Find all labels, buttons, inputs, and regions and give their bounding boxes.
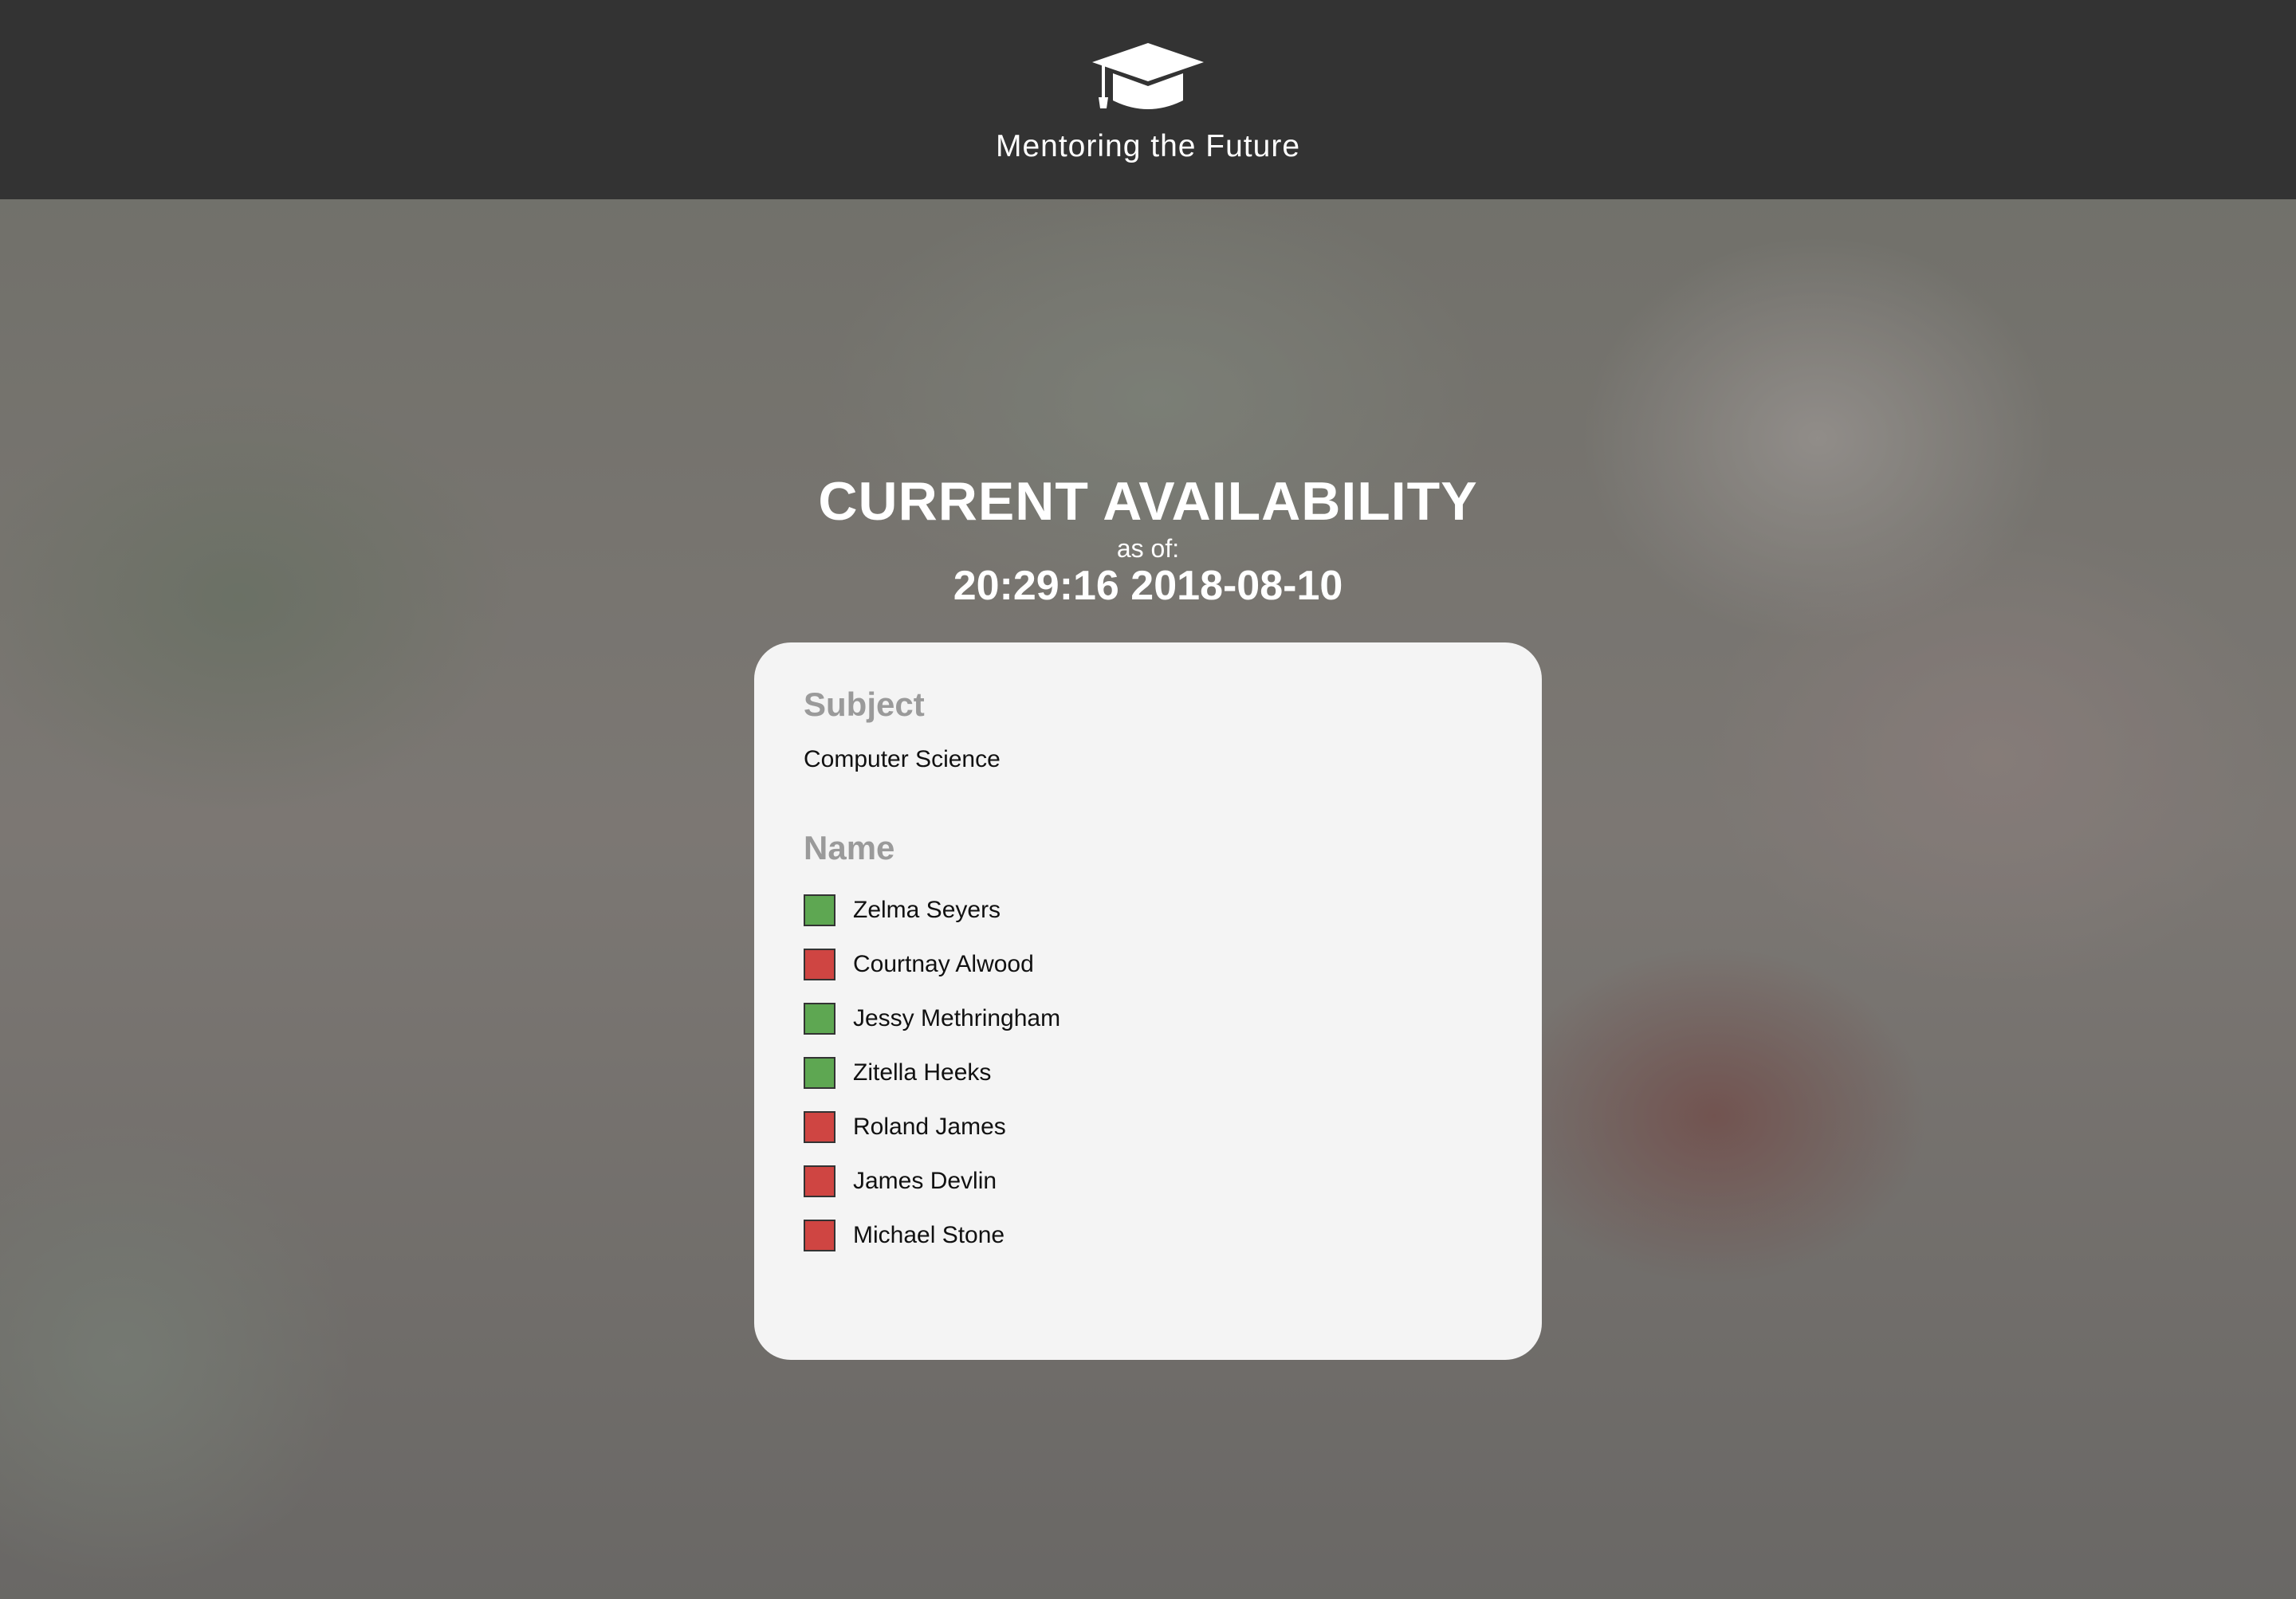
list-item: Courtnay Alwood [804,947,1492,982]
status-indicator [804,1003,835,1035]
site-title: Mentoring the Future [995,129,1301,163]
mentor-name: Zitella Heeks [853,1059,992,1086]
mentor-name: Zelma Seyers [853,897,1001,923]
mentor-name: Courtnay Alwood [853,951,1034,977]
list-item: Zitella Heeks [804,1055,1492,1090]
mentor-name: James Devlin [853,1168,997,1194]
status-indicator [804,1165,835,1197]
as-of-label: as of: [1116,534,1180,563]
subject-value: Computer Science [804,746,1001,772]
page-title: CURRENT AVAILABILITY [818,471,1478,532]
timestamp: 20:29:16 2018-08-10 [953,563,1343,609]
mentor-list: Zelma Seyers Courtnay Alwood Jessy Methr… [804,893,1492,1253]
mentor-name: Roland James [853,1114,1006,1140]
graduation-cap-icon [1092,43,1204,109]
status-indicator [804,1111,835,1143]
mentor-name: Jessy Methringham [853,1005,1061,1031]
status-indicator [804,949,835,980]
subject-heading: Subject [804,686,925,723]
status-indicator [804,1220,835,1251]
mentor-name: Michael Stone [853,1222,1005,1248]
availability-card: Subject Computer Science Name Zelma Seye… [754,642,1542,1360]
name-heading: Name [804,829,895,866]
site-header: Mentoring the Future [0,0,2296,199]
list-item: Roland James [804,1110,1492,1145]
list-item: Michael Stone [804,1218,1492,1253]
list-item: Jessy Methringham [804,1001,1492,1036]
list-item: James Devlin [804,1164,1492,1199]
status-indicator [804,894,835,926]
list-item: Zelma Seyers [804,893,1492,928]
status-indicator [804,1057,835,1089]
